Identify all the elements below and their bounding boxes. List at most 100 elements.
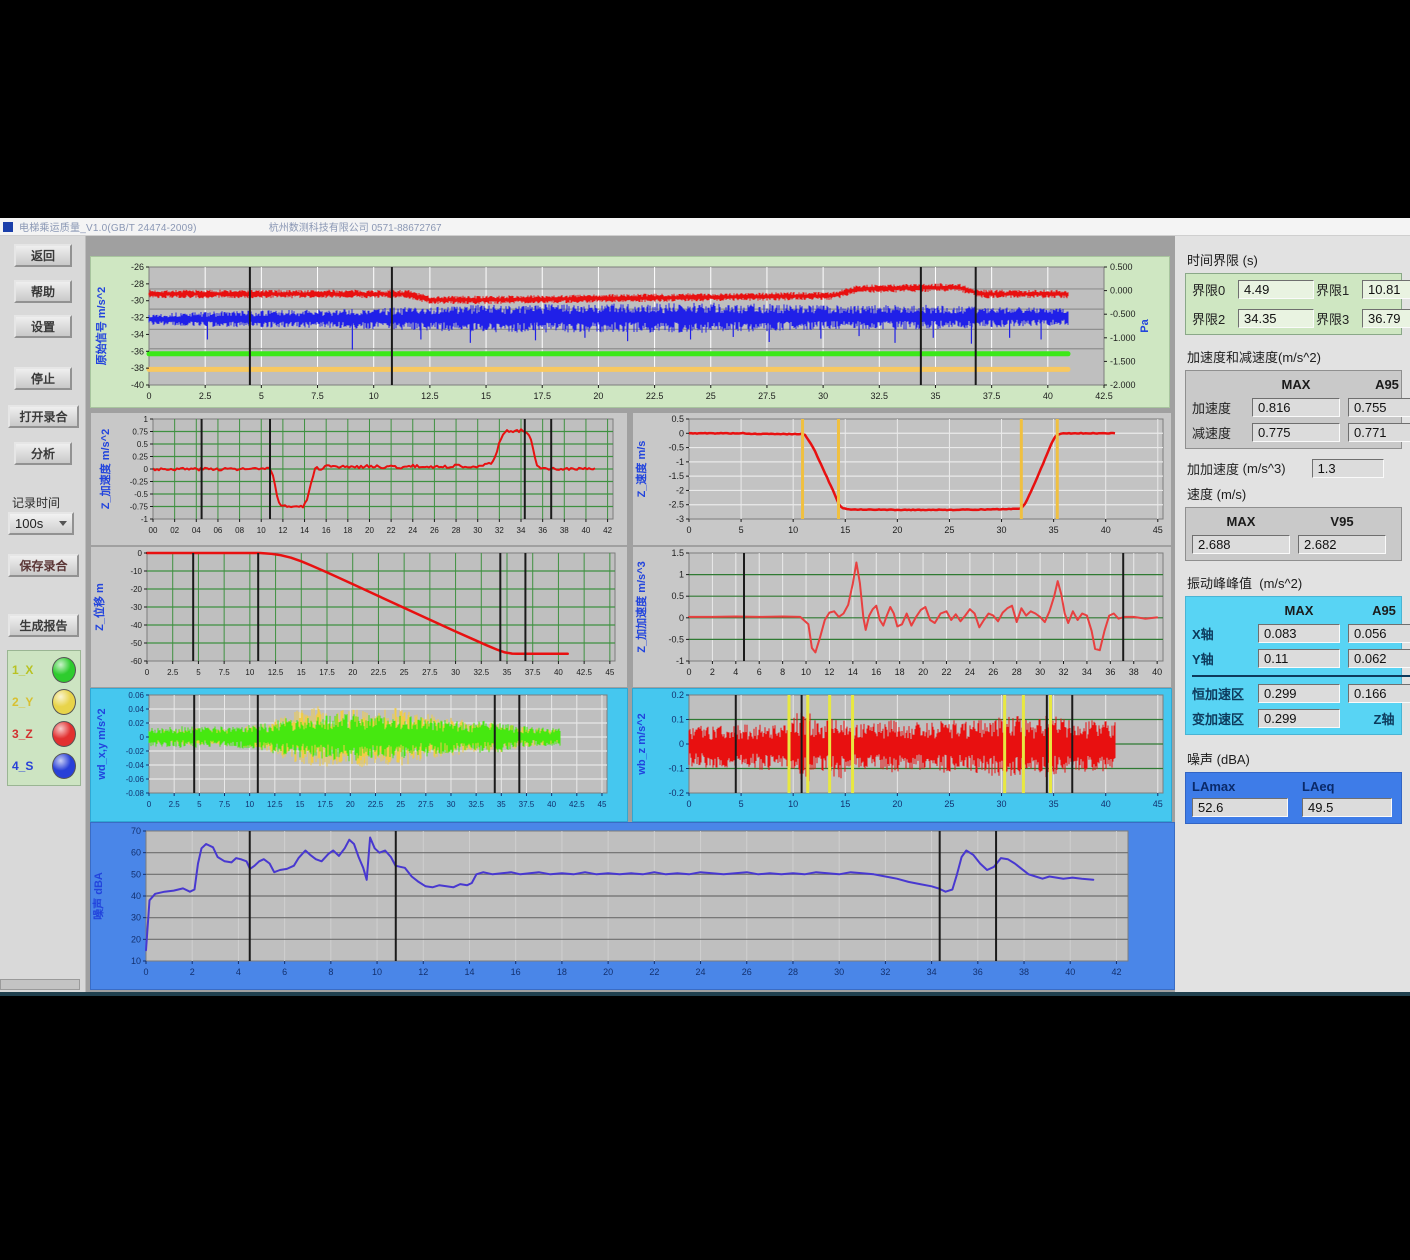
svg-text:24: 24 <box>408 526 417 535</box>
svg-text:-2.5: -2.5 <box>668 500 684 510</box>
led-red-z <box>52 721 76 747</box>
svg-text:30: 30 <box>447 800 456 809</box>
svg-text:45: 45 <box>1153 525 1163 535</box>
svg-text:0.5: 0.5 <box>671 414 684 424</box>
settings-button[interactable]: 设置 <box>14 315 72 338</box>
limit3-label: 界限3 <box>1316 309 1360 328</box>
chart-wb-z-vibration[interactable]: 0510152025303540450.20.10-0.1-0.2wb_z m/… <box>632 688 1172 822</box>
svg-text:0.5: 0.5 <box>137 440 149 449</box>
svg-text:40: 40 <box>1152 667 1162 677</box>
vib-y-label: Y轴 <box>1192 649 1250 668</box>
svg-text:10: 10 <box>788 525 798 535</box>
svg-text:-0.08: -0.08 <box>126 789 145 798</box>
jerk-value: 1.3 <box>1312 459 1384 478</box>
horizontal-scrollbar[interactable] <box>0 979 80 990</box>
svg-text:-1.500: -1.500 <box>1110 356 1136 366</box>
led-label-2y: 2_Y <box>12 695 33 709</box>
results-panel: 时间界限 (s) 界限0 4.49 界限1 10.81 界限2 34.35 界限… <box>1175 236 1410 992</box>
limit2-field[interactable]: 34.35 <box>1238 309 1314 328</box>
svg-text:25: 25 <box>706 391 716 401</box>
vib-const-max: 0.299 <box>1258 684 1340 703</box>
svg-text:32.5: 32.5 <box>473 668 489 677</box>
svg-text:20: 20 <box>348 668 357 677</box>
svg-text:Z_加加速度 m/s^3: Z_加加速度 m/s^3 <box>634 561 648 652</box>
svg-text:10: 10 <box>257 526 266 535</box>
svg-text:-1: -1 <box>676 457 684 467</box>
record-time-select[interactable]: 100s <box>8 512 74 535</box>
svg-text:1.5: 1.5 <box>671 548 684 558</box>
chart-raw-signal[interactable]: 02.557.51012.51517.52022.52527.53032.535… <box>90 256 1170 408</box>
svg-text:0.2: 0.2 <box>671 690 684 700</box>
svg-text:4: 4 <box>236 967 241 977</box>
svg-text:25: 25 <box>944 525 954 535</box>
svg-text:30: 30 <box>1035 667 1045 677</box>
svg-text:-36: -36 <box>131 346 144 356</box>
save-record-button[interactable]: 保存录合 <box>8 554 79 577</box>
chart-noise-dba[interactable]: 0246810121416182022242628303234363840427… <box>90 822 1175 990</box>
jerk-result-row: 加加速度 (m/s^3) 1.3 <box>1187 459 1402 478</box>
svg-text:12: 12 <box>824 667 834 677</box>
svg-text:22.5: 22.5 <box>368 800 384 809</box>
decel-row-label: 减速度 <box>1192 423 1244 442</box>
svg-text:40: 40 <box>547 800 556 809</box>
limit0-field[interactable]: 4.49 <box>1238 280 1314 299</box>
svg-text:7.5: 7.5 <box>311 391 324 401</box>
svg-text:-0.2: -0.2 <box>668 788 684 798</box>
svg-text:40: 40 <box>1043 391 1053 401</box>
jerk-label: 加加速度 <box>1187 459 1239 478</box>
svg-text:36: 36 <box>1105 667 1115 677</box>
chart-z-jerk[interactable]: 02468101214161820222426283032343638401.5… <box>632 546 1172 688</box>
open-record-button[interactable]: 打开录合 <box>8 405 79 428</box>
svg-text:-2: -2 <box>676 485 684 495</box>
svg-text:0: 0 <box>143 967 148 977</box>
svg-text:15: 15 <box>297 668 306 677</box>
svg-text:14: 14 <box>464 967 474 977</box>
chart-z-velocity[interactable]: 0510152025303540450.50-0.5-1-1.5-2-2.5-3… <box>632 412 1172 546</box>
analyze-button[interactable]: 分析 <box>14 442 72 465</box>
svg-text:20: 20 <box>131 934 141 944</box>
chart-z-acceleration[interactable]: 0002040608101214161820222426283032343638… <box>90 412 628 546</box>
generate-report-button[interactable]: 生成报告 <box>8 614 79 637</box>
svg-text:10: 10 <box>131 956 141 966</box>
svg-text:32: 32 <box>1059 667 1069 677</box>
svg-text:0.25: 0.25 <box>132 453 148 462</box>
svg-text:22.5: 22.5 <box>646 391 664 401</box>
limit1-field[interactable]: 10.81 <box>1362 280 1410 299</box>
svg-text:40: 40 <box>1065 967 1075 977</box>
svg-text:34: 34 <box>1082 667 1092 677</box>
svg-text:10: 10 <box>788 799 798 809</box>
svg-text:37.5: 37.5 <box>525 668 541 677</box>
stop-button[interactable]: 停止 <box>14 367 72 390</box>
svg-text:4: 4 <box>733 667 738 677</box>
svg-text:15: 15 <box>481 391 491 401</box>
limit3-field[interactable]: 36.79 <box>1362 309 1410 328</box>
chart-z-displacement[interactable]: 02.557.51012.51517.52022.52527.53032.535… <box>90 546 628 688</box>
svg-text:6: 6 <box>282 967 287 977</box>
svg-text:30: 30 <box>473 526 482 535</box>
limit2-label: 界限2 <box>1192 309 1236 328</box>
chart-wd-xy-vibration[interactable]: 02.557.51012.51517.52022.52527.53032.535… <box>90 688 628 822</box>
svg-text:37.5: 37.5 <box>983 391 1001 401</box>
vib-col-max: MAX <box>1258 603 1340 618</box>
svg-text:-30: -30 <box>130 603 142 612</box>
led-green-x <box>52 657 76 683</box>
screen: 电梯乘运质量_V1.0(GB/T 24474-2009) 杭州数测科技有限公司 … <box>0 0 1410 1260</box>
svg-text:0.04: 0.04 <box>128 705 144 714</box>
svg-text:35: 35 <box>930 391 940 401</box>
return-button[interactable]: 返回 <box>14 244 72 267</box>
svg-text:30: 30 <box>131 913 141 923</box>
svg-text:20: 20 <box>593 391 603 401</box>
svg-text:2.5: 2.5 <box>199 391 212 401</box>
svg-text:0: 0 <box>144 465 149 474</box>
svg-text:20: 20 <box>892 799 902 809</box>
accel-results-box: MAX A95 加速度 0.816 0.755 减速度 0.775 0.771 <box>1185 370 1402 449</box>
accel-max-value: 0.816 <box>1252 398 1340 417</box>
svg-text:5: 5 <box>739 799 744 809</box>
svg-text:-60: -60 <box>130 657 142 666</box>
svg-text:26: 26 <box>742 967 752 977</box>
svg-text:-26: -26 <box>131 262 144 272</box>
svg-text:36: 36 <box>973 967 983 977</box>
svg-text:wb_z m/s^2: wb_z m/s^2 <box>636 713 648 775</box>
help-button[interactable]: 帮助 <box>14 280 72 303</box>
time-limits-title: 时间界限 (s) <box>1187 250 1402 269</box>
